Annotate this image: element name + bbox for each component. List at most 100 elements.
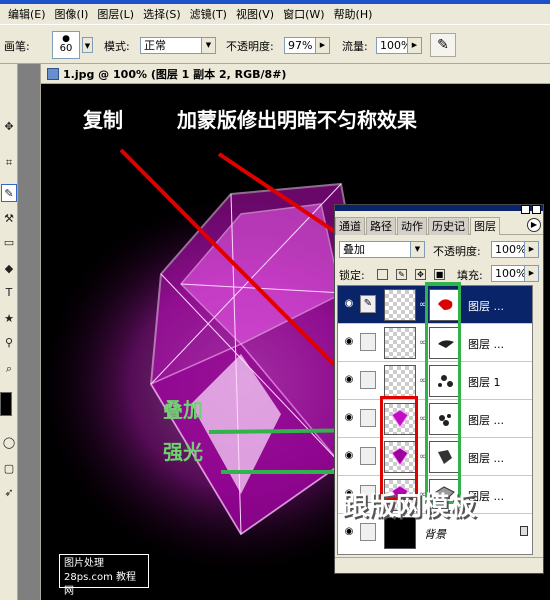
chevron-right-icon: ▶: [407, 38, 421, 53]
panel-tabs: 通道 路径 动作 历史记 图层: [335, 217, 543, 235]
type-tool-icon[interactable]: T: [1, 284, 17, 302]
flow-label: 流量:: [342, 40, 368, 53]
menu-layer[interactable]: 图层(L): [97, 6, 134, 22]
lock-label: 锁定:: [339, 269, 365, 282]
visibility-eye-icon[interactable]: ◉: [342, 412, 356, 424]
chevron-down-icon: ▼: [410, 242, 424, 257]
visibility-eye-icon[interactable]: ◉: [342, 374, 356, 386]
minimize-icon[interactable]: [521, 205, 530, 214]
lock-icon: [520, 526, 528, 536]
mode-value: 正常: [144, 39, 166, 52]
visibility-eye-icon[interactable]: ◉: [342, 336, 356, 348]
layer-thumbnail: [384, 365, 416, 397]
watermark-line1: 图片处理: [64, 558, 104, 569]
layer-opacity-value: 100%: [495, 243, 527, 256]
layer-thumbnail: [384, 289, 416, 321]
menu-window[interactable]: 窗口(W): [283, 6, 324, 22]
annotation-overlay: 叠加: [163, 398, 203, 422]
menu-help[interactable]: 帮助(H): [334, 6, 373, 22]
tab-history[interactable]: 历史记: [428, 217, 469, 235]
layer-opacity-field[interactable]: 100% ▶: [491, 241, 539, 258]
brush-link-icon[interactable]: [360, 409, 376, 427]
brush-preset-picker[interactable]: ● 60: [52, 31, 80, 59]
blend-mode-select[interactable]: 叠加 ▼: [339, 241, 425, 258]
brush-link-icon[interactable]: [360, 333, 376, 351]
opacity-label: 不透明度:: [226, 40, 274, 53]
brush-link-icon[interactable]: [360, 447, 376, 465]
chevron-right-icon: ▶: [315, 38, 329, 53]
menu-edit[interactable]: 编辑(E): [8, 6, 46, 22]
opacity-field[interactable]: 97% ▶: [284, 37, 330, 54]
jump-to-imageready-icon[interactable]: ➶: [1, 484, 17, 502]
tab-actions[interactable]: 动作: [397, 217, 427, 235]
options-bar: 画笔: ● 60 ▼ 模式: 正常 ▼ 不透明度: 97% ▶ 流量: 100%…: [0, 24, 550, 64]
opacity-value: 97%: [288, 39, 313, 52]
red-highlight-box: [380, 396, 418, 500]
menu-view[interactable]: 视图(V): [236, 6, 274, 22]
menu-image[interactable]: 图像(I): [55, 6, 89, 22]
zoom-tool-icon[interactable]: ⌕: [1, 360, 17, 378]
visibility-eye-icon[interactable]: ◉: [342, 450, 356, 462]
layer-opacity-label: 不透明度:: [433, 245, 481, 258]
brush-label: 画笔:: [4, 40, 30, 53]
brush-link-icon[interactable]: [360, 371, 376, 389]
tab-channels[interactable]: 通道: [335, 217, 365, 235]
panel-menu-icon[interactable]: ▶: [527, 218, 541, 232]
tab-paths[interactable]: 路径: [366, 217, 396, 235]
mode-select[interactable]: 正常 ▼: [140, 37, 216, 54]
flow-field[interactable]: 100% ▶: [376, 37, 422, 54]
brush-link-icon[interactable]: [360, 523, 376, 541]
layer-name[interactable]: 图层 ...: [468, 298, 504, 314]
watermark-line2: 28ps.com 教程网: [64, 572, 136, 597]
chevron-right-icon: ▶: [524, 242, 538, 257]
layer-name[interactable]: 图层 ...: [468, 336, 504, 352]
fill-field[interactable]: 100% ▶: [491, 265, 539, 282]
lock-position-icon[interactable]: ✥: [415, 268, 426, 280]
blend-opacity-row: 叠加 ▼ 不透明度: 100% ▶: [339, 241, 539, 260]
fill-value: 100%: [495, 267, 527, 280]
document-titlebar[interactable]: 1.jpg @ 100% (图层 1 副本 2, RGB/8#): [41, 64, 550, 84]
clone-stamp-tool-icon[interactable]: ⚒: [1, 210, 17, 228]
close-icon[interactable]: [532, 205, 541, 214]
mode-label: 模式:: [104, 40, 130, 53]
brush-size-value: 60: [59, 43, 73, 54]
annotation-mask-note: 加蒙版修出明暗不匀称效果: [177, 108, 417, 132]
brush-dropdown-arrow-icon[interactable]: ▼: [82, 37, 93, 53]
lock-transparency-icon[interactable]: [377, 268, 388, 280]
tab-layers[interactable]: 图层: [470, 217, 500, 235]
panel-footer: [335, 557, 543, 573]
screen-mode-icon[interactable]: ▢: [1, 460, 17, 478]
watermark-bottom-text: 跟版网模板: [342, 492, 478, 522]
visibility-eye-icon[interactable]: ◉: [342, 298, 356, 310]
lock-fill-row: 锁定: ✎ ✥ ■ 填充: 100% ▶: [339, 265, 539, 283]
layer-name[interactable]: 图层 ...: [468, 450, 504, 466]
eyedropper-tool-icon[interactable]: ⚲: [1, 334, 17, 352]
annotation-hardlight: 强光: [163, 440, 203, 464]
layer-name[interactable]: 图层 ...: [468, 412, 504, 428]
layer-name[interactable]: 图层 1: [468, 374, 501, 390]
move-tool-icon[interactable]: ✥: [1, 118, 17, 136]
foreground-color-swatch[interactable]: [0, 392, 12, 416]
chevron-right-icon: ▶: [524, 266, 538, 281]
menu-bar: 编辑(E) 图像(I) 图层(L) 选择(S) 滤镜(T) 视图(V) 窗口(W…: [0, 4, 550, 24]
green-highlight-box: [425, 282, 461, 504]
layer-name[interactable]: 背景: [424, 526, 446, 542]
document-title: 1.jpg @ 100% (图层 1 副本 2, RGB/8#): [63, 67, 287, 81]
brush-link-icon[interactable]: ✎: [360, 295, 376, 313]
shape-tool-icon[interactable]: ★: [1, 310, 17, 328]
blur-tool-icon[interactable]: ◆: [1, 260, 17, 278]
eraser-tool-icon[interactable]: ▭: [1, 234, 17, 252]
menu-filter[interactable]: 滤镜(T): [190, 6, 227, 22]
menu-select[interactable]: 选择(S): [143, 6, 181, 22]
watermark-logo: 图片处理 28ps.com 教程网: [59, 554, 149, 597]
lock-pixels-icon[interactable]: ✎: [396, 268, 407, 280]
blend-mode-value: 叠加: [343, 243, 365, 256]
lock-all-icon[interactable]: ■: [434, 268, 445, 280]
brush-tool-icon[interactable]: ✎: [1, 184, 17, 202]
panel-titlebar[interactable]: [335, 205, 543, 211]
airbrush-toggle[interactable]: ✎: [430, 33, 456, 57]
fill-label: 填充:: [457, 269, 483, 282]
quick-mask-icon[interactable]: ◯: [1, 434, 17, 452]
crop-tool-icon[interactable]: ⌗: [1, 154, 17, 172]
visibility-eye-icon[interactable]: ◉: [342, 526, 356, 538]
